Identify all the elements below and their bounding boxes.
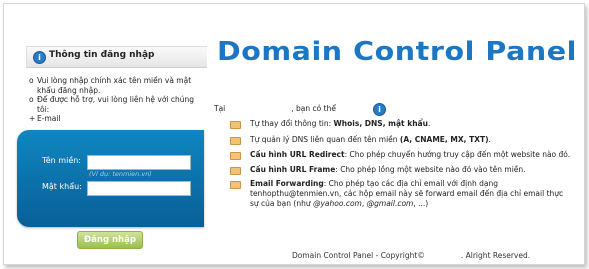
note-text: E-mail [37, 114, 61, 123]
footer-suffix: . Alright Reserved. [460, 251, 531, 260]
note-text: Vui lòng nhập chính xác tên miền và mật … [37, 76, 192, 95]
footer-text: Domain Control Panel - Copyright© [292, 251, 425, 260]
bullet-icon [230, 181, 241, 189]
note-bullet: o [29, 95, 34, 104]
login-box: Tên miền: (Ví dụ: tenmien.vn) Mật khẩu: [17, 130, 204, 227]
note-bullet: o [29, 76, 34, 85]
info-icon: i [33, 51, 46, 64]
feature-bold: Cấu hình URL Redirect [250, 150, 345, 159]
feature-text: Tự quản lý DNS liên quan đến tên miền [250, 135, 400, 144]
note-text: Để được hỗ trợ, vui lòng liên hệ với chú… [37, 95, 195, 114]
feature-bold: (A, CNAME, MX, TXT) [399, 135, 489, 144]
login-panel-header: i Thông tin đăng nhập [26, 46, 207, 68]
note-row: + E-mail [29, 114, 207, 124]
note-bullet: + [29, 114, 36, 123]
feature-bold: Whois, DNS, mật khẩu [333, 119, 428, 128]
feature-text: Tự thay đổi thông tin: [250, 119, 334, 128]
intro-prefix: Tại [214, 104, 226, 113]
feature-bold: Email Forwarding [250, 179, 324, 188]
domain-hint: (Ví dụ: tenmien.vn) [89, 170, 152, 178]
password-label: Mật khẩu: [42, 182, 82, 191]
intro-line: Tại , bạn có thể [214, 104, 336, 113]
feature-item: Cấu hình URL Frame: Cho phép lồng một we… [230, 165, 526, 175]
page-frame: i Thông tin đăng nhập o Vui lòng nhập ch… [3, 3, 585, 265]
feature-text: : Cho phép chuyển hướng truy cập đến một… [344, 150, 571, 159]
feature-item: Cấu hình URL Redirect: Cho phép chuyển h… [230, 150, 570, 160]
feature-item: Tự thay đổi thông tin: Whois, DNS, mật k… [230, 119, 430, 129]
bullet-icon [230, 137, 241, 145]
bullet-icon [230, 152, 241, 160]
intro-suffix: , bạn có thể [291, 104, 336, 113]
logo-graphic: Domain Control Panel [217, 37, 577, 67]
login-notes: o Vui lòng nhập chính xác tên miền và mậ… [29, 76, 207, 124]
bullet-icon [230, 121, 241, 129]
info-icon: i [373, 103, 386, 116]
footer: Domain Control Panel - Copyright© . Alrig… [292, 251, 530, 260]
password-input[interactable] [87, 181, 191, 196]
note-row: o Vui lòng nhập chính xác tên miền và mậ… [29, 76, 207, 95]
login-button[interactable]: Đăng nhập [77, 231, 143, 249]
login-panel-title: Thông tin đăng nhập [49, 50, 155, 60]
feature-text: : Cho phép lồng một website nào đó vào t… [335, 165, 526, 174]
bullet-icon [230, 167, 241, 175]
domain-input[interactable] [87, 155, 191, 170]
feature-bold: Cấu hình URL Frame [250, 165, 336, 174]
logo: Domain Control Panel [217, 34, 579, 67]
feature-item: Email Forwarding: Cho phép tạo các địa c… [230, 179, 570, 209]
note-row: o Để được hỗ trợ, vui lòng liên hệ với c… [29, 95, 207, 114]
left-column: i Thông tin đăng nhập o Vui lòng nhập ch… [4, 4, 207, 264]
domain-label: Tên miền: [42, 156, 81, 165]
feature-item: Tự quản lý DNS liên quan đến tên miền (A… [230, 135, 491, 145]
logo-text: Domain Control Panel [217, 37, 577, 67]
